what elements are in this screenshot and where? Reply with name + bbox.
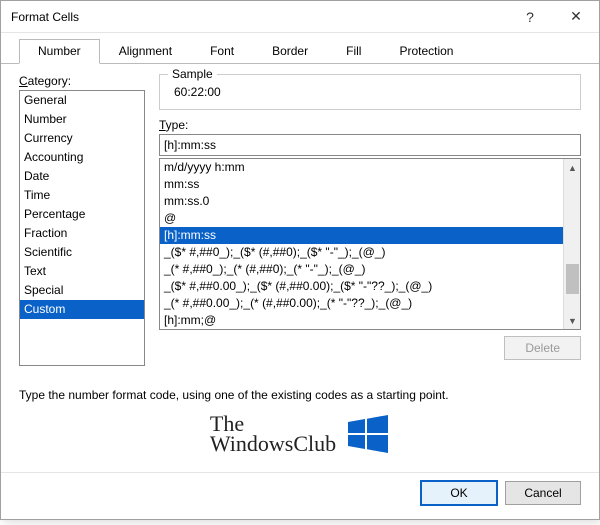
- format-item[interactable]: [h]:mm:ss: [160, 227, 580, 244]
- scroll-up-button[interactable]: ▲: [564, 159, 581, 176]
- watermark-text: The WindowsClub: [210, 414, 336, 454]
- category-item[interactable]: Custom: [20, 300, 144, 319]
- ok-button[interactable]: OK: [421, 481, 497, 505]
- format-item[interactable]: _($* #,##0.00_);_($* (#,##0.00);_($* "-"…: [160, 278, 580, 295]
- dialog-title: Format Cells: [11, 10, 507, 24]
- category-item[interactable]: Percentage: [20, 205, 144, 224]
- delete-button: Delete: [504, 336, 581, 360]
- tab-protection[interactable]: Protection: [380, 39, 472, 64]
- cancel-button[interactable]: Cancel: [505, 481, 581, 505]
- format-item[interactable]: mm:ss: [160, 176, 580, 193]
- scrollbar[interactable]: ▲ ▼: [563, 159, 580, 329]
- dialog-footer: OK Cancel: [1, 472, 599, 519]
- tab-font[interactable]: Font: [191, 39, 253, 64]
- windows-logo-icon: [346, 414, 390, 454]
- tab-border[interactable]: Border: [253, 39, 327, 64]
- sample-group: Sample 60:22:00: [159, 74, 581, 110]
- format-listbox[interactable]: m/d/yyyy h:mmmm:ssmm:ss.0@[h]:mm:ss_($* …: [159, 158, 581, 330]
- format-item[interactable]: [$-en-US]h:mm:ss AM/PM: [160, 329, 580, 330]
- help-button[interactable]: ?: [507, 1, 553, 33]
- sample-label: Sample: [168, 67, 217, 81]
- help-icon: ?: [526, 9, 534, 25]
- category-label: Category:: [19, 74, 145, 88]
- close-icon: ✕: [570, 8, 582, 25]
- format-item[interactable]: _(* #,##0.00_);_(* (#,##0.00);_(* "-"??_…: [160, 295, 580, 312]
- format-item[interactable]: [h]:mm;@: [160, 312, 580, 329]
- hint-text: Type the number format code, using one o…: [19, 376, 581, 410]
- format-item[interactable]: m/d/yyyy h:mm: [160, 159, 580, 176]
- category-item[interactable]: Currency: [20, 129, 144, 148]
- format-item[interactable]: @: [160, 210, 580, 227]
- tab-alignment[interactable]: Alignment: [100, 39, 191, 64]
- category-item[interactable]: General: [20, 91, 144, 110]
- type-input[interactable]: [159, 134, 581, 156]
- category-item[interactable]: Text: [20, 262, 144, 281]
- category-item[interactable]: Scientific: [20, 243, 144, 262]
- scroll-thumb[interactable]: [566, 264, 579, 294]
- sample-value: 60:22:00: [170, 83, 570, 99]
- tab-strip: NumberAlignmentFontBorderFillProtection: [1, 33, 599, 64]
- category-item[interactable]: Special: [20, 281, 144, 300]
- format-item[interactable]: mm:ss.0: [160, 193, 580, 210]
- scroll-down-button[interactable]: ▼: [564, 312, 581, 329]
- category-item[interactable]: Number: [20, 110, 144, 129]
- tab-number[interactable]: Number: [19, 39, 100, 64]
- category-item[interactable]: Date: [20, 167, 144, 186]
- category-listbox[interactable]: GeneralNumberCurrencyAccountingDateTimeP…: [19, 90, 145, 366]
- close-button[interactable]: ✕: [553, 1, 599, 33]
- watermark: The WindowsClub: [19, 410, 581, 464]
- dialog-content: Category: GeneralNumberCurrencyAccountin…: [1, 64, 599, 472]
- type-label: Type:: [159, 118, 581, 132]
- category-item[interactable]: Fraction: [20, 224, 144, 243]
- tab-fill[interactable]: Fill: [327, 39, 380, 64]
- format-item[interactable]: _($* #,##0_);_($* (#,##0);_($* "-"_);_(@…: [160, 244, 580, 261]
- category-item[interactable]: Accounting: [20, 148, 144, 167]
- category-item[interactable]: Time: [20, 186, 144, 205]
- format-item[interactable]: _(* #,##0_);_(* (#,##0);_(* "-"_);_(@_): [160, 261, 580, 278]
- titlebar: Format Cells ? ✕: [1, 1, 599, 33]
- format-cells-dialog: Format Cells ? ✕ NumberAlignmentFontBord…: [0, 0, 600, 520]
